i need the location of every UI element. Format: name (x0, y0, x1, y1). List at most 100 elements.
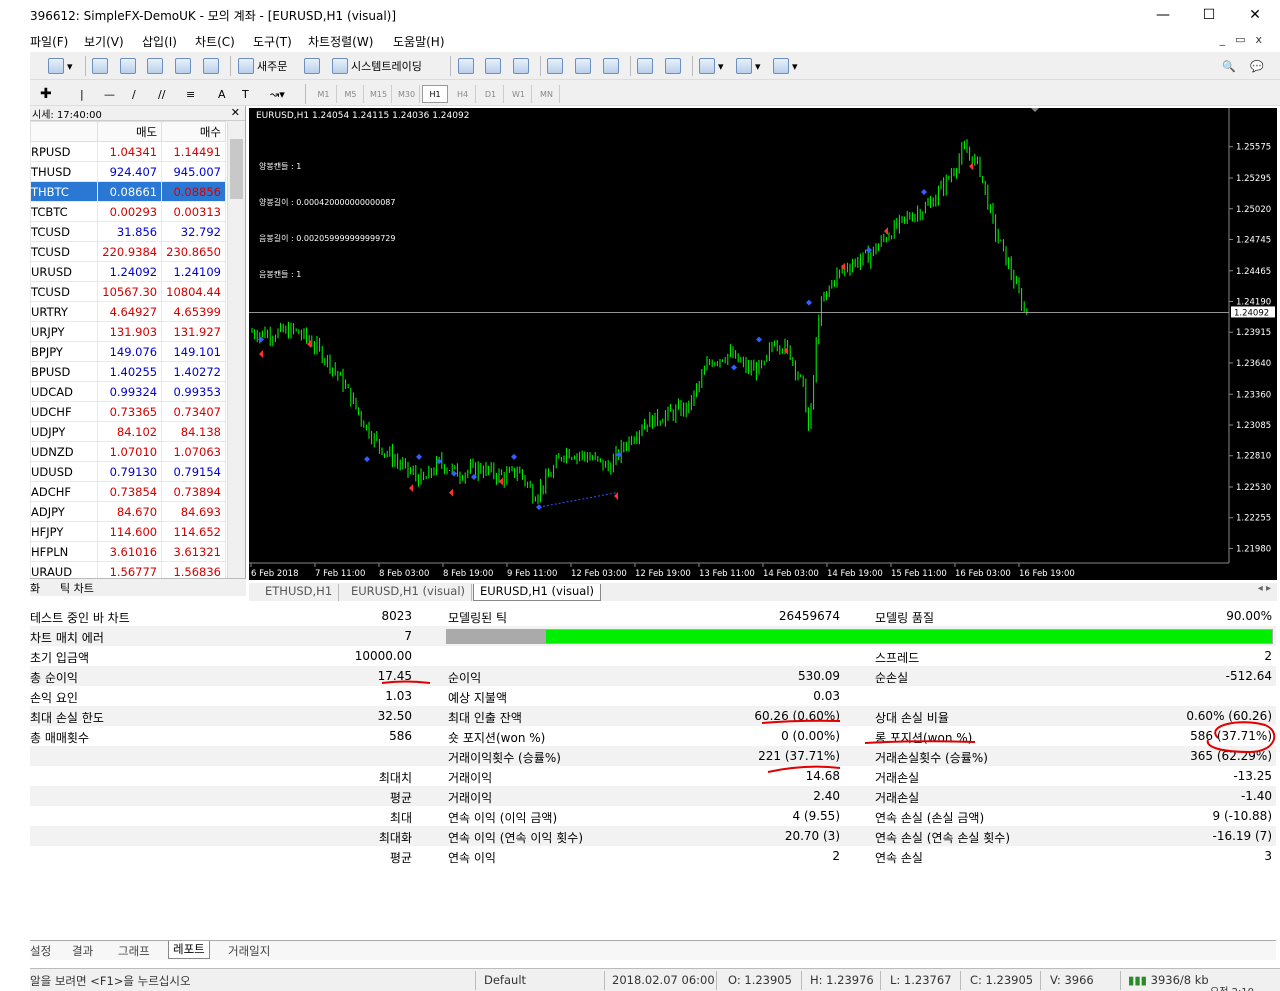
tf-w1[interactable]: W1 (506, 85, 532, 103)
tab-journal[interactable]: 거래일지 (228, 943, 270, 959)
col-bid[interactable]: 매도 (97, 121, 163, 142)
bar-chart-icon[interactable] (458, 56, 477, 76)
market-watch-row[interactable]: URTRY 4.64927 4.65399 (29, 301, 226, 322)
chart-header: EURUSD,H1 1.24054 1.24115 1.24036 1.2409… (256, 111, 470, 121)
tab-settings[interactable]: 설정 (30, 943, 51, 959)
tf-m5[interactable]: M5 (338, 85, 364, 103)
crosshair-move-icon[interactable] (120, 56, 139, 76)
maximize-icon[interactable]: ☐ (1186, 0, 1232, 30)
arrows-icon[interactable]: ↝▾ (270, 84, 285, 104)
market-watch-row[interactable]: UDNZD 1.07010 1.07063 (29, 441, 226, 462)
menu-tools[interactable]: 도구(T) (253, 33, 292, 50)
fibonacci-icon[interactable]: ≡ (186, 84, 195, 104)
metaeditor-icon[interactable] (304, 56, 323, 76)
market-watch-row[interactable]: TCUSD 31.856 32.792 (29, 221, 226, 242)
chart-tab-eurusd-active[interactable]: EURUSD,H1 (visual) (473, 584, 602, 601)
menu-view[interactable]: 보기(V) (84, 33, 124, 50)
tf-m30[interactable]: M30 (394, 85, 420, 103)
horizontal-line-icon[interactable]: — (104, 84, 115, 104)
market-watch-row[interactable]: HFPLN 3.61016 3.61321 (29, 541, 226, 562)
market-watch-scrollbar[interactable] (227, 121, 245, 579)
market-watch-row[interactable]: TCUSD 10567.30 10804.44 (29, 281, 226, 302)
menu-file[interactable]: 파일(F) (30, 33, 68, 50)
tile-windows-icon[interactable] (603, 56, 622, 76)
autotrading-button[interactable]: 시스템트레이딩 (332, 56, 422, 76)
new-chart-icon[interactable]: ▾ (48, 56, 73, 76)
menu-window[interactable]: 차트정렬(W) (308, 33, 373, 50)
zoom-in-icon[interactable] (547, 56, 566, 76)
tab-symbols[interactable]: 화 (30, 580, 40, 596)
market-watch-row[interactable]: ADJPY 84.670 84.693 (29, 501, 226, 522)
bid-cell: 220.9384 (97, 241, 163, 262)
menu-help[interactable]: 도움말(H) (393, 33, 445, 50)
market-watch-row[interactable]: UDCHF 0.73365 0.73407 (29, 401, 226, 422)
chart-canvas[interactable]: 1.25575 1.25295 1.25020 1.24745 1.24465 1.241… (249, 108, 1277, 580)
trendline-icon[interactable]: ∕ (132, 84, 136, 104)
market-watch-row[interactable]: TCUSD 220.9384 230.8650 (29, 241, 226, 262)
market-watch-row[interactable]: ADCHF 0.73854 0.73894 (29, 481, 226, 502)
market-watch-row[interactable]: UDCAD 0.99324 0.99353 (29, 381, 226, 402)
profiles-icon[interactable] (92, 56, 111, 76)
market-watch-row[interactable]: TCBTC 0.00293 0.00313 (29, 201, 226, 222)
market-watch-row[interactable]: UDUSD 0.79130 0.79154 (29, 461, 226, 482)
tf-m1[interactable]: M1 (311, 85, 337, 103)
market-watch-row[interactable]: URUSD 1.24092 1.24109 (29, 261, 226, 282)
ticks-label: 모델링된 틱 (448, 611, 508, 625)
chart-tab-eurusd-1[interactable]: EURUSD,H1 (visual) (345, 584, 473, 601)
search-icon[interactable]: 🔍 (1222, 56, 1236, 76)
tab-scroll-icon[interactable]: ◂ ▸ (1258, 583, 1271, 594)
tf-h4[interactable]: H4 (450, 85, 476, 103)
zoom-out-icon[interactable] (575, 56, 594, 76)
ask-cell: 0.73894 (161, 481, 226, 502)
label-icon[interactable]: T (242, 84, 249, 104)
price-chart[interactable]: 1.25575 1.25295 1.25020 1.24745 1.24465 1.241… (249, 108, 1277, 580)
market-watch-row[interactable]: HFJPY 114.600 114.652 (29, 521, 226, 542)
autoscroll-icon[interactable] (637, 56, 656, 76)
candlestick-icon[interactable] (485, 56, 504, 76)
tf-h1[interactable]: H1 (422, 85, 448, 103)
crosshair-icon[interactable]: ✚ (40, 84, 52, 104)
col-ask[interactable]: 매수 (161, 121, 226, 142)
tab-report[interactable]: 레포트 (168, 941, 210, 959)
market-watch-row[interactable]: BPJPY 149.076 149.101 (29, 341, 226, 362)
periods-icon[interactable]: ▾ (736, 56, 761, 76)
market-watch-row[interactable]: UDJPY 84.102 84.138 (29, 421, 226, 442)
tf-d1[interactable]: D1 (478, 85, 504, 103)
rel-dd-label: 상대 손실 비율 (875, 711, 949, 725)
tab-tick-chart[interactable]: 틱 차트 (60, 580, 94, 596)
minimize-icon[interactable]: — (1140, 0, 1186, 30)
line-chart-icon[interactable] (513, 56, 532, 76)
market-watch-row[interactable]: BPUSD 1.40255 1.40272 (29, 361, 226, 382)
mdi-controls[interactable]: _▭x (1220, 33, 1272, 46)
vertical-line-icon[interactable]: | (80, 84, 84, 104)
market-watch-row[interactable]: THUSD 924.407 945.007 (29, 161, 226, 182)
symbol-cell: THUSD (29, 161, 99, 182)
tester-icon[interactable] (203, 56, 222, 76)
close-icon[interactable]: ✕ (1232, 0, 1278, 30)
tab-results[interactable]: 결과 (72, 943, 93, 959)
tf-mn[interactable]: MN (534, 85, 560, 103)
chart-shift-icon[interactable] (665, 56, 684, 76)
market-watch-row[interactable]: THBTC 0.08661 0.08856 (29, 181, 226, 202)
channel-icon[interactable]: ∕∕ (158, 84, 165, 104)
indicators-icon[interactable]: ▾ (699, 56, 724, 76)
menu-chart[interactable]: 차트(C) (195, 33, 235, 50)
bid-cell: 0.79130 (97, 461, 163, 482)
tf-m15[interactable]: M15 (366, 85, 392, 103)
new-order-button[interactable]: 새주문 (238, 56, 287, 76)
market-watch-row[interactable]: RPUSD 1.04341 1.14491 (29, 141, 226, 162)
text-icon[interactable]: A (218, 84, 226, 104)
chart-tab-ethusd[interactable]: ETHUSD,H1 (259, 584, 340, 601)
navigator-icon[interactable] (175, 56, 194, 76)
ask-cell: 0.99353 (161, 381, 226, 402)
tester-report: 테스트 중인 바 차트 8023 모델링된 틱 26459674 모델링 품질 … (30, 606, 1276, 874)
market-watch-row[interactable]: URJPY 131.903 131.927 (29, 321, 226, 342)
menu-insert[interactable]: 삽입(I) (142, 33, 177, 50)
chat-icon[interactable]: 💬 (1250, 56, 1264, 76)
col-symbol[interactable] (29, 121, 99, 142)
tab-graph[interactable]: 그래프 (118, 943, 150, 959)
templates-icon[interactable]: ▾ (773, 56, 798, 76)
chart-tabs: ETHUSD,H1 EURUSD,H1 (visual) EURUSD,H1 (… (249, 583, 1277, 601)
close-icon[interactable]: ✕ (231, 106, 240, 119)
favorites-icon[interactable] (147, 56, 166, 76)
